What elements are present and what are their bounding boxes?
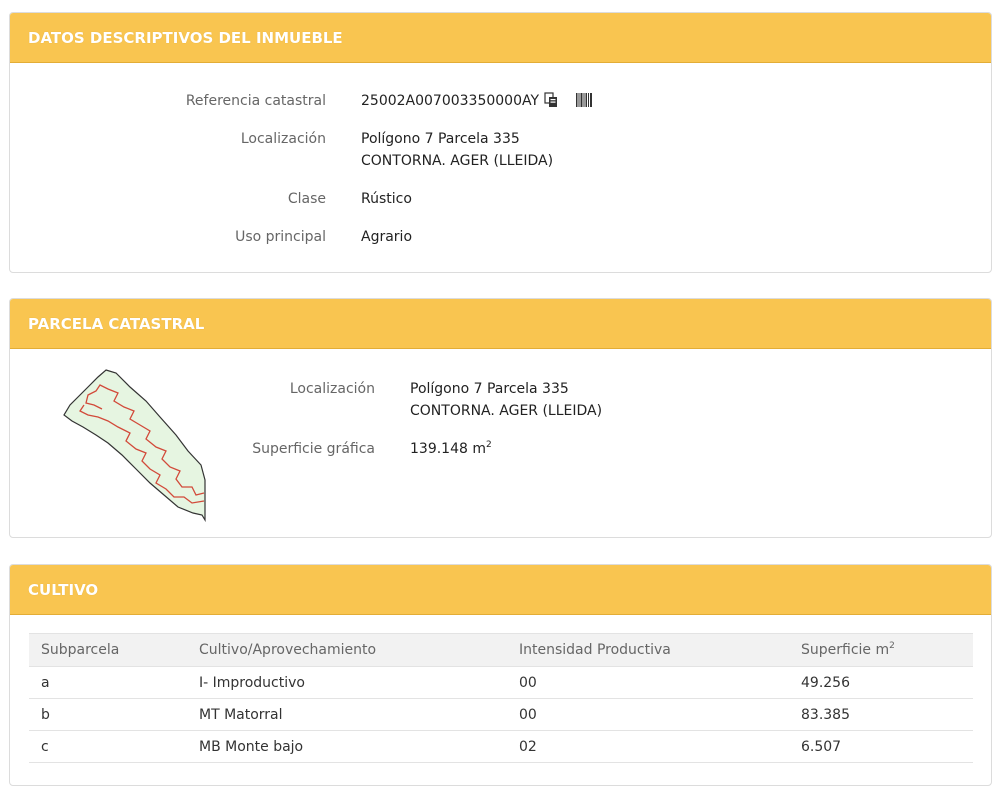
cell-cultivo: MT Matorral	[187, 698, 507, 731]
localizacion-line2: CONTORNA. AGER (LLEIDA)	[361, 153, 554, 169]
col-cultivo: Cultivo/Aprovechamiento	[187, 633, 507, 667]
superficie-grafica-label: Superficie gráfica	[252, 441, 375, 457]
cell-intensidad: 00	[507, 666, 789, 699]
uso-principal-value: Agrario	[361, 229, 413, 245]
col-subparcela: Subparcela	[29, 633, 187, 667]
col-superficie: Superficie m2	[789, 633, 973, 667]
col-superficie-label: Superficie m	[801, 642, 890, 658]
table-row: b MT Matorral 00 83.385	[29, 698, 973, 731]
parcela-catastral-panel: PARCELA CATASTRAL Localización Polígono …	[9, 298, 992, 538]
cultivo-header: CULTIVO	[10, 565, 991, 615]
cell-cultivo: I- Improductivo	[187, 666, 507, 699]
referencia-value: 25002A007003350000AY	[361, 93, 540, 109]
copy-icon[interactable]	[543, 92, 559, 115]
barcode-icon[interactable]	[575, 92, 593, 115]
superficie-grafica-value: 139.148 m2	[410, 439, 492, 460]
cell-subparcela: b	[29, 698, 187, 731]
cell-superficie: 83.385	[789, 698, 973, 731]
parcela-localizacion-line1: Polígono 7 Parcela 335	[410, 381, 569, 397]
cultivo-panel: CULTIVO Subparcela Cultivo/Aprovechamien…	[9, 564, 992, 786]
cell-cultivo: MB Monte bajo	[187, 730, 507, 763]
uso-principal-label: Uso principal	[235, 229, 326, 245]
parcela-localizacion-line2: CONTORNA. AGER (LLEIDA)	[410, 403, 603, 419]
cell-subparcela: c	[29, 730, 187, 763]
referencia-label: Referencia catastral	[185, 93, 326, 109]
cultivo-table: Subparcela Cultivo/Aprovechamiento Inten…	[29, 633, 973, 763]
localizacion-line1: Polígono 7 Parcela 335	[361, 131, 520, 147]
col-superficie-exp: 2	[889, 641, 895, 651]
parcela-localizacion-label: Localización	[289, 381, 375, 397]
table-row: c MB Monte bajo 02 6.507	[29, 730, 973, 763]
datos-descriptivos-header: DATOS DESCRIPTIVOS DEL INMUEBLE	[10, 13, 991, 63]
col-intensidad: Intensidad Productiva	[507, 633, 789, 667]
table-row: a I- Improductivo 00 49.256	[29, 666, 973, 699]
localizacion-label: Localización	[240, 131, 326, 147]
parcela-catastral-header: PARCELA CATASTRAL	[10, 299, 991, 349]
clase-label: Clase	[287, 191, 326, 207]
clase-value: Rústico	[361, 191, 412, 207]
cell-superficie: 49.256	[789, 666, 973, 699]
superficie-grafica-number: 139.148 m	[410, 441, 486, 457]
cultivo-table-header-row: Subparcela Cultivo/Aprovechamiento Inten…	[29, 633, 973, 667]
cell-intensidad: 02	[507, 730, 789, 763]
superficie-grafica-unit-exp: 2	[485, 440, 492, 450]
referencia-value-row: 25002A007003350000AY	[361, 91, 593, 115]
datos-descriptivos-panel: DATOS DESCRIPTIVOS DEL INMUEBLE Referenc…	[9, 12, 992, 273]
cell-superficie: 6.507	[789, 730, 973, 763]
cell-subparcela: a	[29, 666, 187, 699]
cell-intensidad: 00	[507, 698, 789, 731]
